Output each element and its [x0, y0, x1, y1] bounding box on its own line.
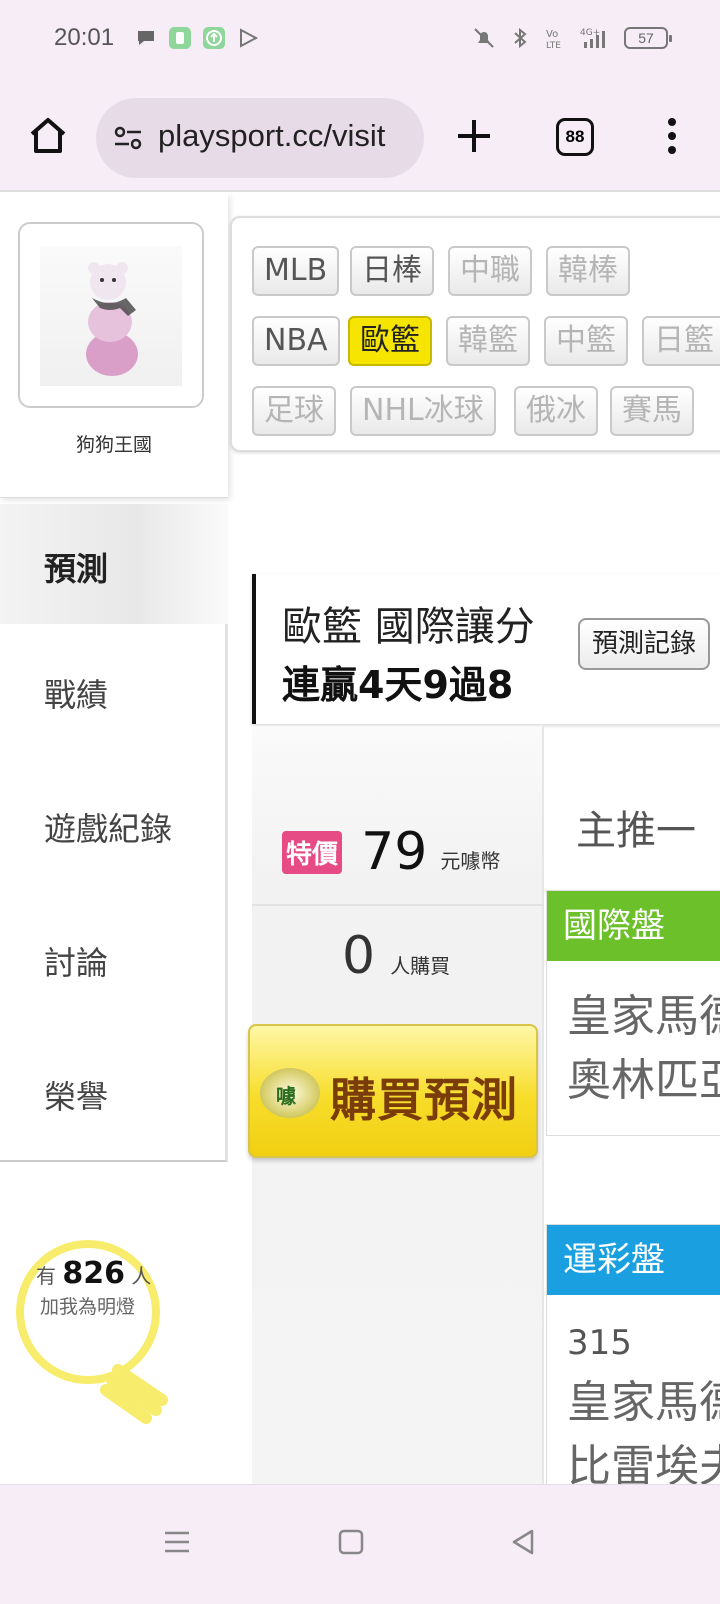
- tab-nba[interactable]: NBA: [252, 316, 340, 366]
- avatar[interactable]: [18, 222, 204, 408]
- system-icons: Vo LTE 4G+ 57: [472, 26, 672, 50]
- sport-tabs-panel: MLB 日棒 中職 韓棒 NBA 歐籃 韓籃 中籃 日籃 足球 NHL冰球 俄冰…: [230, 216, 720, 452]
- buyers-count: 0 人購買: [342, 926, 450, 986]
- status-bar: 20:01 Vo LTE 4G+ 57: [0, 0, 720, 84]
- status-time: 20:01: [54, 24, 115, 51]
- tab-kbl[interactable]: 韓籃: [446, 316, 530, 366]
- intl-odds-header: 國際盤: [547, 891, 720, 961]
- battery-icon: 57: [624, 27, 672, 49]
- svg-text:Vo: Vo: [546, 29, 558, 40]
- tab-npb[interactable]: 日棒: [350, 246, 434, 296]
- prediction-title: 歐籃 國際讓分: [282, 604, 535, 650]
- avatar-image: [40, 246, 182, 386]
- more-menu-icon[interactable]: [664, 116, 680, 156]
- bulb-count-line: 有 826 人: [36, 1256, 151, 1291]
- price-value: 79: [361, 822, 428, 882]
- nav-item-label: 戰績: [44, 676, 109, 714]
- prediction-streak: 連贏4天9過8: [282, 663, 514, 707]
- chat-icon: [138, 31, 154, 45]
- app-icon: [169, 27, 191, 49]
- divider: [252, 904, 544, 906]
- tab-cpbl[interactable]: 中職: [448, 246, 532, 296]
- tab-kbo[interactable]: 韓棒: [546, 246, 630, 296]
- nav-item-discussion[interactable]: 討論: [0, 892, 228, 1028]
- lottery-odds-header: 運彩盤: [547, 1225, 720, 1295]
- team-name: 皇家馬德里: [567, 991, 720, 1042]
- tab-mlb[interactable]: MLB: [252, 246, 340, 296]
- upload-icon: [203, 27, 225, 49]
- notification-icons: [134, 26, 260, 50]
- bulb-suffix: 人: [131, 1264, 152, 1288]
- tab-soccer[interactable]: 足球: [252, 386, 336, 436]
- nav-item-label: 預測: [44, 550, 109, 588]
- bulb-prefix: 有: [36, 1264, 56, 1288]
- web-content: 狗狗王國 預測 戰績 遊戲紀錄 討論 榮譽 有 826 人 加我為明燈 MLB …: [0, 194, 720, 1514]
- team-name: 皇家馬德里: [567, 1377, 720, 1428]
- bulb-caption: 加我為明燈: [40, 1296, 136, 1318]
- lottery-odds-card: 運彩盤 315 皇家馬德里 比雷埃夫斯: [546, 1224, 720, 1514]
- nav-item-label: 遊戲紀錄: [44, 810, 173, 848]
- team-name: 奧林匹亞: [567, 1055, 720, 1106]
- tab-horse-racing[interactable]: 賽馬: [610, 386, 694, 436]
- site-settings-icon[interactable]: [112, 124, 144, 152]
- bluetooth-icon: [514, 27, 527, 49]
- profile-name[interactable]: 狗狗王國: [0, 430, 228, 457]
- play-icon: [240, 28, 259, 48]
- prediction-header: 歐籃 國際讓分 連贏4天9過8 預測記錄: [252, 574, 720, 724]
- bulb-count: 826: [62, 1256, 125, 1291]
- nav-item-predict[interactable]: 預測: [0, 504, 228, 632]
- price-row: 特價 79 元噱幣: [282, 822, 500, 882]
- svg-text:LTE: LTE: [546, 41, 561, 50]
- nav-item-honor[interactable]: 榮譽: [0, 1026, 228, 1162]
- home-icon[interactable]: [24, 112, 72, 160]
- main-recommendation-label: 主推一: [576, 808, 696, 854]
- system-nav-bar: [0, 1484, 720, 1604]
- tab-bleague[interactable]: 日籃: [642, 316, 720, 366]
- purchase-panel: 特價 79 元噱幣 0 人購買 噱 購買預測: [248, 726, 544, 1514]
- game-number: 315: [567, 1323, 632, 1363]
- tab-euroleague[interactable]: 歐籃: [348, 316, 432, 366]
- tab-sbl[interactable]: 中籃: [544, 316, 628, 366]
- price-unit: 元噱幣: [440, 848, 501, 873]
- coin-icon-text: 噱: [276, 1084, 296, 1108]
- home-nav-icon[interactable]: [336, 1527, 366, 1557]
- buyers-unit: 人購買: [390, 954, 451, 978]
- profile-card: 狗狗王國: [0, 194, 228, 498]
- nav-item-record[interactable]: 戰績: [0, 624, 228, 760]
- tab-nhl[interactable]: NHL冰球: [350, 386, 496, 436]
- prediction-record-button[interactable]: 預測記錄: [578, 618, 711, 670]
- tab-switcher-button[interactable]: 88: [556, 118, 594, 156]
- bear-figure-icon: [86, 262, 138, 376]
- nav-item-game-log[interactable]: 遊戲紀錄: [0, 758, 228, 894]
- url-text[interactable]: playsport.cc/visit: [158, 118, 385, 154]
- new-tab-icon[interactable]: [452, 114, 496, 158]
- signal-4g-icon: 4G+: [580, 28, 605, 48]
- tab-khl[interactable]: 俄冰: [514, 386, 598, 436]
- volte-icon: VoLTE: [546, 29, 561, 50]
- intl-odds-card: 國際盤 皇家馬德里 奧林匹亞: [546, 890, 720, 1136]
- buyers-number: 0: [342, 926, 376, 986]
- nav-item-label: 討論: [44, 944, 109, 982]
- browser-toolbar: playsport.cc/visit 88: [0, 84, 720, 192]
- coin-icon: 噱: [260, 1068, 320, 1118]
- sale-badge: 特價: [282, 830, 343, 874]
- address-bar[interactable]: playsport.cc/visit: [96, 98, 424, 178]
- buy-prediction-label: 購買預測: [330, 1073, 518, 1127]
- recents-icon[interactable]: [162, 1527, 192, 1557]
- nav-item-label: 榮譽: [44, 1078, 109, 1116]
- buy-prediction-button[interactable]: 噱 購買預測: [248, 1024, 538, 1158]
- back-icon[interactable]: [508, 1527, 538, 1557]
- mute-icon: [474, 28, 494, 48]
